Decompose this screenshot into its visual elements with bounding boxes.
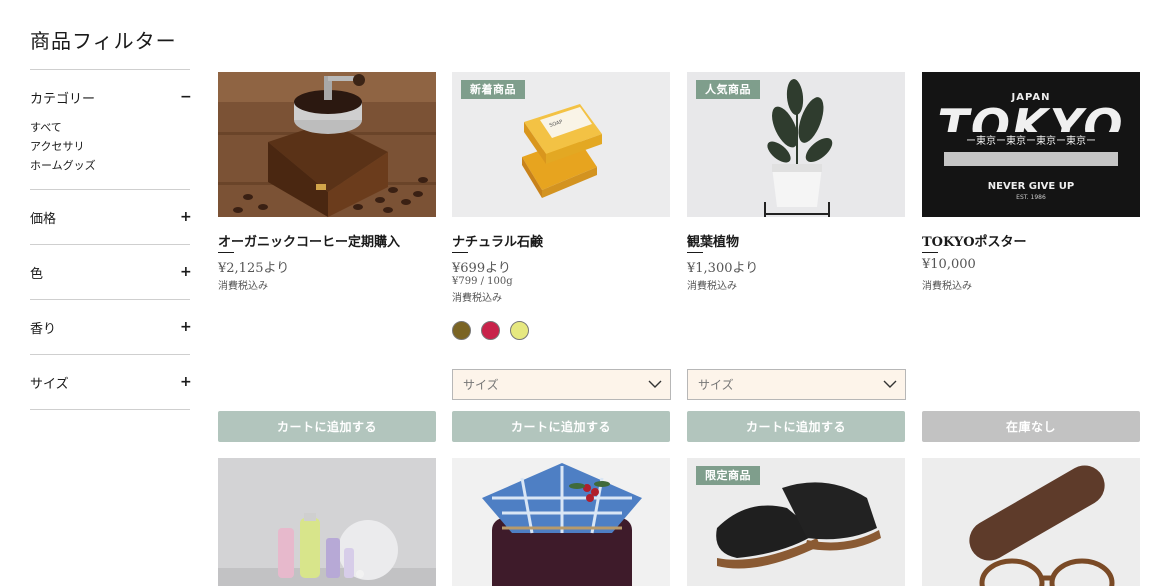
filter-section-category: カテゴリー − すべて アクセサリ ホームグッズ: [30, 69, 192, 189]
product-image-boots[interactable]: 限定商品: [687, 458, 905, 586]
filter-section-scent: 香り +: [30, 299, 192, 354]
swatch-crimson[interactable]: [481, 321, 500, 340]
product-price: ¥2,125より: [218, 261, 290, 276]
category-item-home-goods[interactable]: ホームグッズ: [30, 156, 190, 175]
filter-scent-label: 香り: [30, 321, 57, 337]
expand-icon[interactable]: +: [180, 209, 192, 225]
category-item-all[interactable]: すべて: [30, 118, 190, 137]
product-image-coffee[interactable]: [218, 72, 436, 217]
product-name[interactable]: ナチュラル石鹸: [452, 231, 670, 250]
filter-size-label: サイズ: [30, 376, 69, 392]
product-card-boots: 限定商品: [687, 458, 905, 586]
expand-icon[interactable]: +: [180, 319, 192, 335]
unit-price: ¥799 / 100g: [452, 276, 513, 287]
tax-note: 消費税込み: [452, 293, 502, 304]
size-select[interactable]: サイズ: [687, 369, 906, 400]
product-card-cosmetics: [218, 458, 436, 586]
add-to-cart-button[interactable]: カートに追加する: [452, 411, 670, 442]
title-divider: [218, 252, 234, 253]
filter-title: 商品フィルター: [30, 29, 177, 53]
filter-section-color: 色 +: [30, 244, 192, 299]
tax-note: 消費税込み: [687, 281, 737, 292]
color-swatches: [452, 321, 670, 340]
product-price: ¥10,000: [922, 257, 976, 272]
new-badge: 新着商品: [461, 80, 525, 99]
tax-note: 消費税込み: [218, 281, 268, 292]
limited-badge: 限定商品: [696, 466, 760, 485]
category-item-accessories[interactable]: アクセサリ: [30, 137, 190, 156]
product-image-cosmetics[interactable]: [218, 458, 436, 586]
swatch-yellow[interactable]: [510, 321, 529, 340]
product-name[interactable]: TOKYOポスター: [922, 231, 1140, 250]
expand-icon[interactable]: +: [180, 264, 192, 280]
tax-note: 消費税込み: [922, 281, 972, 292]
size-select-value: サイズ: [463, 378, 499, 392]
popular-badge: 人気商品: [696, 80, 760, 99]
product-price: ¥699より: [452, 261, 511, 276]
product-price: ¥1,300より: [687, 261, 759, 276]
filter-color-header[interactable]: 色 +: [30, 245, 192, 299]
filter-section-price: 価格 +: [30, 189, 192, 244]
title-divider: [452, 252, 468, 253]
filter-category-header[interactable]: カテゴリー −: [30, 70, 192, 124]
title-divider: [687, 252, 703, 253]
filter-section-size: サイズ +: [30, 354, 192, 410]
title-divider: [922, 252, 938, 253]
chevron-down-icon: [648, 378, 662, 392]
filter-price-header[interactable]: 価格 +: [30, 190, 192, 244]
product-card-jam: [452, 458, 670, 586]
filter-sidebar: 商品フィルター カテゴリー − すべて アクセサリ ホームグッズ 価格 + 色 …: [30, 26, 192, 410]
product-image-plant[interactable]: 人気商品: [687, 72, 905, 217]
swatch-olive[interactable]: [452, 321, 471, 340]
add-to-cart-button[interactable]: カートに追加する: [687, 411, 905, 442]
size-select[interactable]: サイズ: [452, 369, 671, 400]
filter-scent-header[interactable]: 香り +: [30, 300, 192, 354]
product-name[interactable]: 観葉植物: [687, 231, 905, 250]
size-select-value: サイズ: [698, 378, 734, 392]
product-image-soap[interactable]: SOAP 新着商品: [452, 72, 670, 217]
filter-price-label: 価格: [30, 211, 57, 227]
collapse-icon[interactable]: −: [180, 89, 192, 105]
poster-slogan-text: NEVER GIVE UP: [988, 181, 1074, 192]
add-to-cart-button[interactable]: カートに追加する: [218, 411, 436, 442]
product-image-poster[interactable]: JAPAN TOKYO ー東京ー東京ー東京ー東京ー NEVER GIVE UP …: [922, 72, 1140, 217]
product-card-poster: JAPAN TOKYO ー東京ー東京ー東京ー東京ー NEVER GIVE UP …: [922, 72, 1140, 442]
product-card-soap: SOAP 新着商品 ナチュラル石鹸 ¥699より ¥799 / 100g 消費税…: [452, 72, 671, 442]
filter-size-header[interactable]: サイズ +: [30, 355, 192, 409]
product-card-glasses: [922, 458, 1140, 586]
product-card-coffee: オーガニックコーヒー定期購入 ¥2,125より 消費税込み カートに追加する: [218, 72, 436, 442]
chevron-down-icon: [883, 378, 897, 392]
filter-color-label: 色: [30, 266, 44, 282]
poster-est-text: EST. 1986: [1016, 194, 1046, 201]
filter-category-label: カテゴリー: [30, 91, 96, 107]
category-list: すべて アクセサリ ホームグッズ: [30, 118, 190, 189]
product-image-glasses[interactable]: [922, 458, 1140, 586]
product-name[interactable]: オーガニックコーヒー定期購入: [218, 231, 436, 250]
expand-icon[interactable]: +: [180, 374, 192, 390]
poster-band-text: ー東京ー東京ー東京ー東京ー: [966, 134, 1096, 147]
sold-out-button[interactable]: 在庫なし: [922, 411, 1140, 442]
product-card-plant: 人気商品 観葉植物 ¥1,300より 消費税込み サイズ カートに追加する: [687, 72, 906, 442]
product-image-jam[interactable]: [452, 458, 670, 586]
